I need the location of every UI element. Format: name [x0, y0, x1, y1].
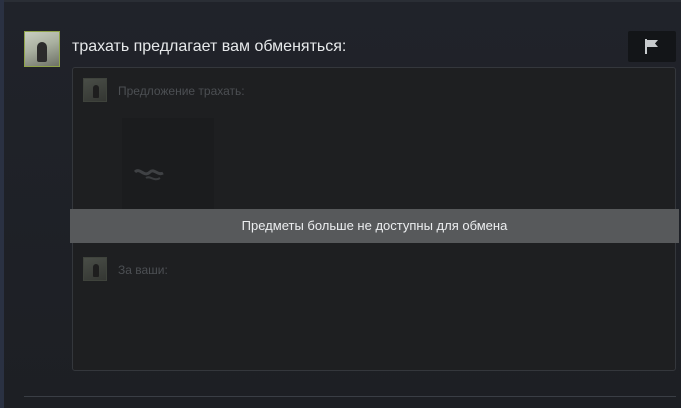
their-offer-label: Предложение трахать: — [118, 84, 245, 98]
report-button[interactable] — [628, 31, 676, 62]
their-avatar-small — [83, 78, 107, 102]
your-avatar-small — [83, 257, 107, 281]
items-unavailable-banner: Предметы больше не доступны для обмена — [70, 209, 679, 243]
avatar-figure — [37, 42, 47, 62]
trade-offer-page: трахать предлагает вам обменяться: Предл… — [0, 0, 681, 408]
broken-item-icon — [134, 169, 164, 181]
bottom-divider — [24, 396, 676, 397]
partner-avatar[interactable] — [24, 31, 60, 67]
your-items-label: За ваши: — [118, 263, 168, 277]
offer-headline: трахать предлагает вам обменяться: — [72, 38, 347, 55]
avatar-figure — [93, 264, 99, 277]
top-divider — [0, 0, 681, 2]
offered-item-slot — [122, 118, 214, 210]
left-edge-strip — [0, 0, 4, 408]
avatar-figure — [93, 85, 99, 98]
flag-icon — [645, 39, 658, 54]
